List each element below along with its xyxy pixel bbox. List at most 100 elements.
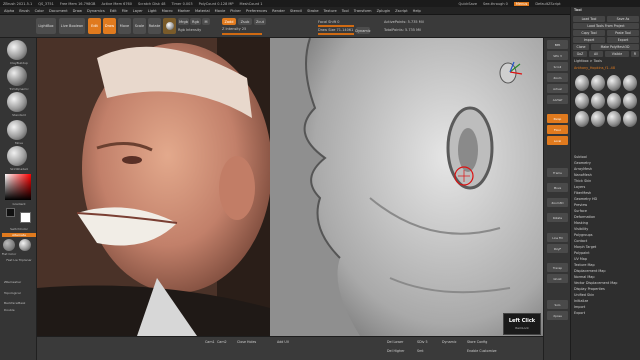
triplanar-material-icon[interactable] bbox=[19, 239, 31, 251]
clone-button[interactable]: Clone bbox=[573, 44, 589, 50]
menu-texture[interactable]: Texture bbox=[324, 9, 337, 13]
menu-edit[interactable]: Edit bbox=[110, 9, 117, 13]
rgb-intensity-slider[interactable]: Rgb Intensity bbox=[178, 28, 201, 32]
tool-thumb-icon[interactable] bbox=[607, 75, 621, 91]
see-through-slider[interactable]: See-through 0 bbox=[483, 2, 508, 6]
mrgb-button[interactable]: Mrgb bbox=[178, 18, 189, 25]
lightbox-tools-link[interactable]: Lightbox > Tools bbox=[574, 59, 602, 65]
menu-layer[interactable]: Layer bbox=[133, 9, 143, 13]
draw-size-slider[interactable]: Draw Size 71.14061 bbox=[318, 28, 353, 32]
tool-thumb-icon[interactable] bbox=[591, 93, 605, 109]
navigation-gizmo[interactable] bbox=[496, 58, 524, 86]
menu-dynamics[interactable]: Dynamics bbox=[87, 9, 105, 13]
tool-thumb-icon[interactable] bbox=[607, 93, 621, 109]
smt-button[interactable]: Smt bbox=[417, 349, 424, 353]
standard-brush-icon[interactable] bbox=[7, 92, 27, 112]
menu-draw[interactable]: Draw bbox=[73, 9, 82, 13]
menu-render[interactable]: Render bbox=[272, 9, 285, 13]
menu-stroke[interactable]: Stroke bbox=[307, 9, 318, 13]
color-picker[interactable] bbox=[5, 174, 31, 200]
close-holes-button[interactable]: Close Holes bbox=[237, 340, 256, 344]
flat-color-material-icon[interactable] bbox=[3, 239, 15, 251]
dynamic-button[interactable]: Dynamic bbox=[355, 27, 371, 34]
enable-customize-button[interactable]: Enable Customize bbox=[467, 349, 497, 353]
quicksave-button[interactable]: QuickSave bbox=[459, 2, 478, 6]
menu-tool[interactable]: Tool bbox=[342, 9, 349, 13]
canvas-viewport[interactable]: Left Click ItemLock bbox=[37, 38, 543, 336]
floor-button[interactable]: Floor bbox=[547, 125, 568, 134]
lightbox-button[interactable]: LightBox bbox=[36, 18, 56, 34]
scale-button[interactable]: Scale bbox=[133, 18, 146, 34]
move-view-button[interactable]: Move bbox=[547, 183, 568, 192]
add-uv-button[interactable]: Add UV bbox=[277, 340, 289, 344]
store-config-button[interactable]: Store Config bbox=[467, 340, 487, 344]
tool-palette-header[interactable]: Tool bbox=[574, 8, 582, 14]
zcut-button[interactable]: Zcut bbox=[254, 18, 266, 25]
focal-shift-bar[interactable] bbox=[318, 25, 354, 27]
goz-all-button[interactable]: All bbox=[589, 51, 603, 57]
spix-button[interactable]: SPix 3 bbox=[547, 51, 568, 60]
persp-button[interactable]: Persp bbox=[547, 114, 568, 123]
rotate-view-button[interactable]: Rotate bbox=[547, 213, 568, 222]
tool-thumb-icon[interactable] bbox=[591, 75, 605, 91]
ghost-button[interactable]: Ghost bbox=[547, 274, 568, 283]
paste-tool-button[interactable]: Paste Tool bbox=[607, 30, 639, 36]
zsub-button[interactable]: Zsub bbox=[238, 18, 252, 25]
z-intensity-bar[interactable] bbox=[222, 33, 262, 35]
menu-alpha[interactable]: Alpha bbox=[4, 9, 14, 13]
tool-thumb-icon[interactable] bbox=[623, 111, 637, 127]
live-boolean-button[interactable]: Live Boolean bbox=[59, 18, 85, 34]
menu-brush[interactable]: Brush bbox=[19, 9, 29, 13]
scroll-button[interactable]: Scroll bbox=[547, 62, 568, 71]
menu-zscript[interactable]: Zscript bbox=[395, 9, 407, 13]
tool-thumb-icon[interactable] bbox=[591, 111, 605, 127]
copy-tool-button[interactable]: Copy Tool bbox=[573, 30, 605, 36]
sdiv-slider[interactable]: SDiv 5 bbox=[417, 340, 428, 344]
menu-file[interactable]: File bbox=[122, 9, 128, 13]
del-higher-button[interactable]: Del Higher bbox=[387, 349, 405, 353]
clay-buildup-brush-icon[interactable] bbox=[7, 40, 27, 60]
menu-transform[interactable]: Transform bbox=[354, 9, 372, 13]
menu-document[interactable]: Document bbox=[49, 9, 68, 13]
make-polymesh3d-button[interactable]: Make PolyMesh3D bbox=[591, 44, 639, 50]
export-menu[interactable]: Export bbox=[574, 311, 640, 317]
backface-mask-button[interactable]: BackfaceMask bbox=[4, 301, 38, 305]
frame-button[interactable]: Frame bbox=[547, 168, 568, 177]
edit-button[interactable]: Edit bbox=[88, 18, 101, 34]
import-tool-button[interactable]: Import bbox=[573, 37, 605, 43]
rotate-button[interactable]: Rotate bbox=[148, 18, 161, 34]
solo-button[interactable]: Solo bbox=[547, 300, 568, 309]
tool-thumb-icon[interactable] bbox=[623, 75, 637, 91]
tool-thumb-icon[interactable] bbox=[623, 93, 637, 109]
goz-button[interactable]: GoZ bbox=[573, 51, 587, 57]
menu-marker[interactable]: Marker bbox=[178, 9, 190, 13]
zoom3d-button[interactable]: Zoom3D bbox=[547, 198, 568, 207]
z-intensity-slider[interactable]: Z Intensity 25 bbox=[222, 27, 246, 31]
export-tool-button[interactable]: Export bbox=[607, 37, 639, 43]
load-tools-from-project-button[interactable]: Load Tools From Project bbox=[573, 23, 639, 29]
skin-shade-material-icon[interactable] bbox=[7, 146, 27, 166]
rgb-button[interactable]: Rgb bbox=[190, 18, 201, 25]
menu-help[interactable]: Help bbox=[413, 9, 421, 13]
menu-color[interactable]: Color bbox=[35, 9, 44, 13]
line-fill-button[interactable]: Line Fill bbox=[547, 233, 568, 242]
polyf-button[interactable]: PolyF bbox=[547, 244, 568, 253]
menu-zplugin[interactable]: Zplugin bbox=[377, 9, 391, 13]
zoom-button[interactable]: Zoom bbox=[547, 73, 568, 82]
local-button[interactable]: Local bbox=[547, 136, 568, 145]
alternate-button[interactable]: Alternate bbox=[2, 233, 36, 237]
draw-button[interactable]: Draw bbox=[103, 18, 116, 34]
tool-thumb-icon[interactable] bbox=[575, 75, 589, 91]
move-button[interactable]: Move bbox=[118, 18, 131, 34]
save-as-button[interactable]: Save As bbox=[607, 16, 639, 22]
tool-thumb-icon[interactable] bbox=[575, 111, 589, 127]
goz-r-button[interactable]: R bbox=[631, 51, 639, 57]
topological-button[interactable]: Topological bbox=[4, 291, 38, 295]
menu-preferences[interactable]: Preferences bbox=[246, 9, 267, 13]
menu-material[interactable]: Material bbox=[195, 9, 210, 13]
menu-picker[interactable]: Picker bbox=[230, 9, 241, 13]
secondary-color-swatch[interactable] bbox=[6, 208, 15, 217]
menu-movie[interactable]: Movie bbox=[215, 9, 226, 13]
del-lower-button[interactable]: Del Lower bbox=[387, 340, 403, 344]
menu-light[interactable]: Light bbox=[148, 9, 157, 13]
